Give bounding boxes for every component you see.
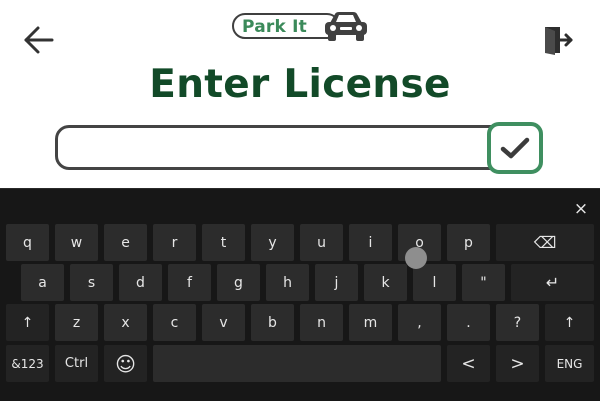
key-label: e [121,234,130,251]
key-label: g [234,274,243,291]
key-period[interactable]: . [447,304,490,341]
key-z[interactable]: z [55,304,98,341]
key-label: c [170,314,179,331]
key-symbols[interactable]: &123 [6,345,49,382]
key-label: r [171,234,178,251]
exit-door-icon [545,27,573,55]
key-label: p [464,234,473,251]
key-x[interactable]: x [104,304,147,341]
key-arrow-left[interactable]: < [447,345,490,382]
key-b[interactable]: b [251,304,294,341]
touch-indicator [405,247,427,269]
key-shift-left[interactable]: ↑ [6,304,49,341]
key-label: k [381,274,390,291]
key-v[interactable]: v [202,304,245,341]
license-input[interactable] [55,125,530,170]
key-ctrl[interactable]: Ctrl [55,345,98,382]
arrow-left-icon [24,26,54,54]
key-label: h [283,274,292,291]
key-label: m [363,314,378,331]
key-arrow-right[interactable]: > [496,345,539,382]
key-label: j [334,274,339,291]
enter-icon: ↵ [545,273,560,292]
logo-text: Park It [242,17,307,37]
submit-license-button[interactable] [487,122,543,174]
key-label: f [187,274,192,291]
shift-icon: ↑ [21,314,34,331]
key-label: z [72,314,81,331]
key-u[interactable]: u [300,224,343,261]
key-s[interactable]: s [70,264,113,301]
key-q[interactable]: q [6,224,49,261]
exit-button[interactable] [540,24,574,56]
key-emoji[interactable]: ☺ [104,345,147,382]
key-f[interactable]: f [168,264,211,301]
chevron-right-icon: > [510,353,525,374]
key-language[interactable]: ENG [545,345,594,382]
key-label: d [136,274,145,291]
key-c[interactable]: c [153,304,196,341]
car-icon [325,12,367,41]
key-label: y [268,234,277,251]
shift-icon: ↑ [563,314,576,331]
key-label: n [317,314,326,331]
page-title: Enter License [149,62,451,107]
key-label: a [38,274,47,291]
key-g[interactable]: g [217,264,260,301]
key-r[interactable]: r [153,224,196,261]
keyboard-close-button[interactable]: × [570,199,592,219]
chevron-left-icon: < [461,353,476,374]
key-h[interactable]: h [266,264,309,301]
key-label: , [417,314,422,331]
key-y[interactable]: y [251,224,294,261]
back-button[interactable] [22,24,56,56]
key-l[interactable]: l [413,264,456,301]
key-j[interactable]: j [315,264,358,301]
key-m[interactable]: m [349,304,392,341]
key-label: u [317,234,326,251]
park-it-logo: Park It [232,9,368,43]
key-label: ENG [556,356,583,371]
checkmark-icon [500,137,530,159]
key-d[interactable]: d [119,264,162,301]
key-k[interactable]: k [364,264,407,301]
key-w[interactable]: w [55,224,98,261]
key-e[interactable]: e [104,224,147,261]
key-label: ? [513,314,522,331]
key-question[interactable]: ? [496,304,539,341]
key-label: q [23,234,32,251]
emoji-icon: ☺ [115,351,136,376]
key-label: v [219,314,228,331]
key-space[interactable] [153,345,441,382]
key-label: t [220,234,227,251]
key-backspace[interactable]: ⌫ [496,224,594,261]
key-t[interactable]: t [202,224,245,261]
key-enter[interactable]: ↵ [511,264,594,301]
key-label: s [87,274,96,291]
key-i[interactable]: i [349,224,392,261]
key-label: i [368,234,373,251]
key-label: . [466,314,471,331]
backspace-icon: ⌫ [533,233,557,252]
key-p[interactable]: p [447,224,490,261]
key-label: w [70,234,83,251]
key-a[interactable]: a [21,264,64,301]
key-label: b [268,314,277,331]
key-label: " [480,274,487,291]
key-comma[interactable]: , [398,304,441,341]
key-n[interactable]: n [300,304,343,341]
key-label: Ctrl [64,356,89,371]
key-label: l [432,274,437,291]
key-label: &123 [11,356,44,371]
key-shift-right[interactable]: ↑ [545,304,594,341]
key-label: x [121,314,130,331]
key-quote[interactable]: " [462,264,505,301]
